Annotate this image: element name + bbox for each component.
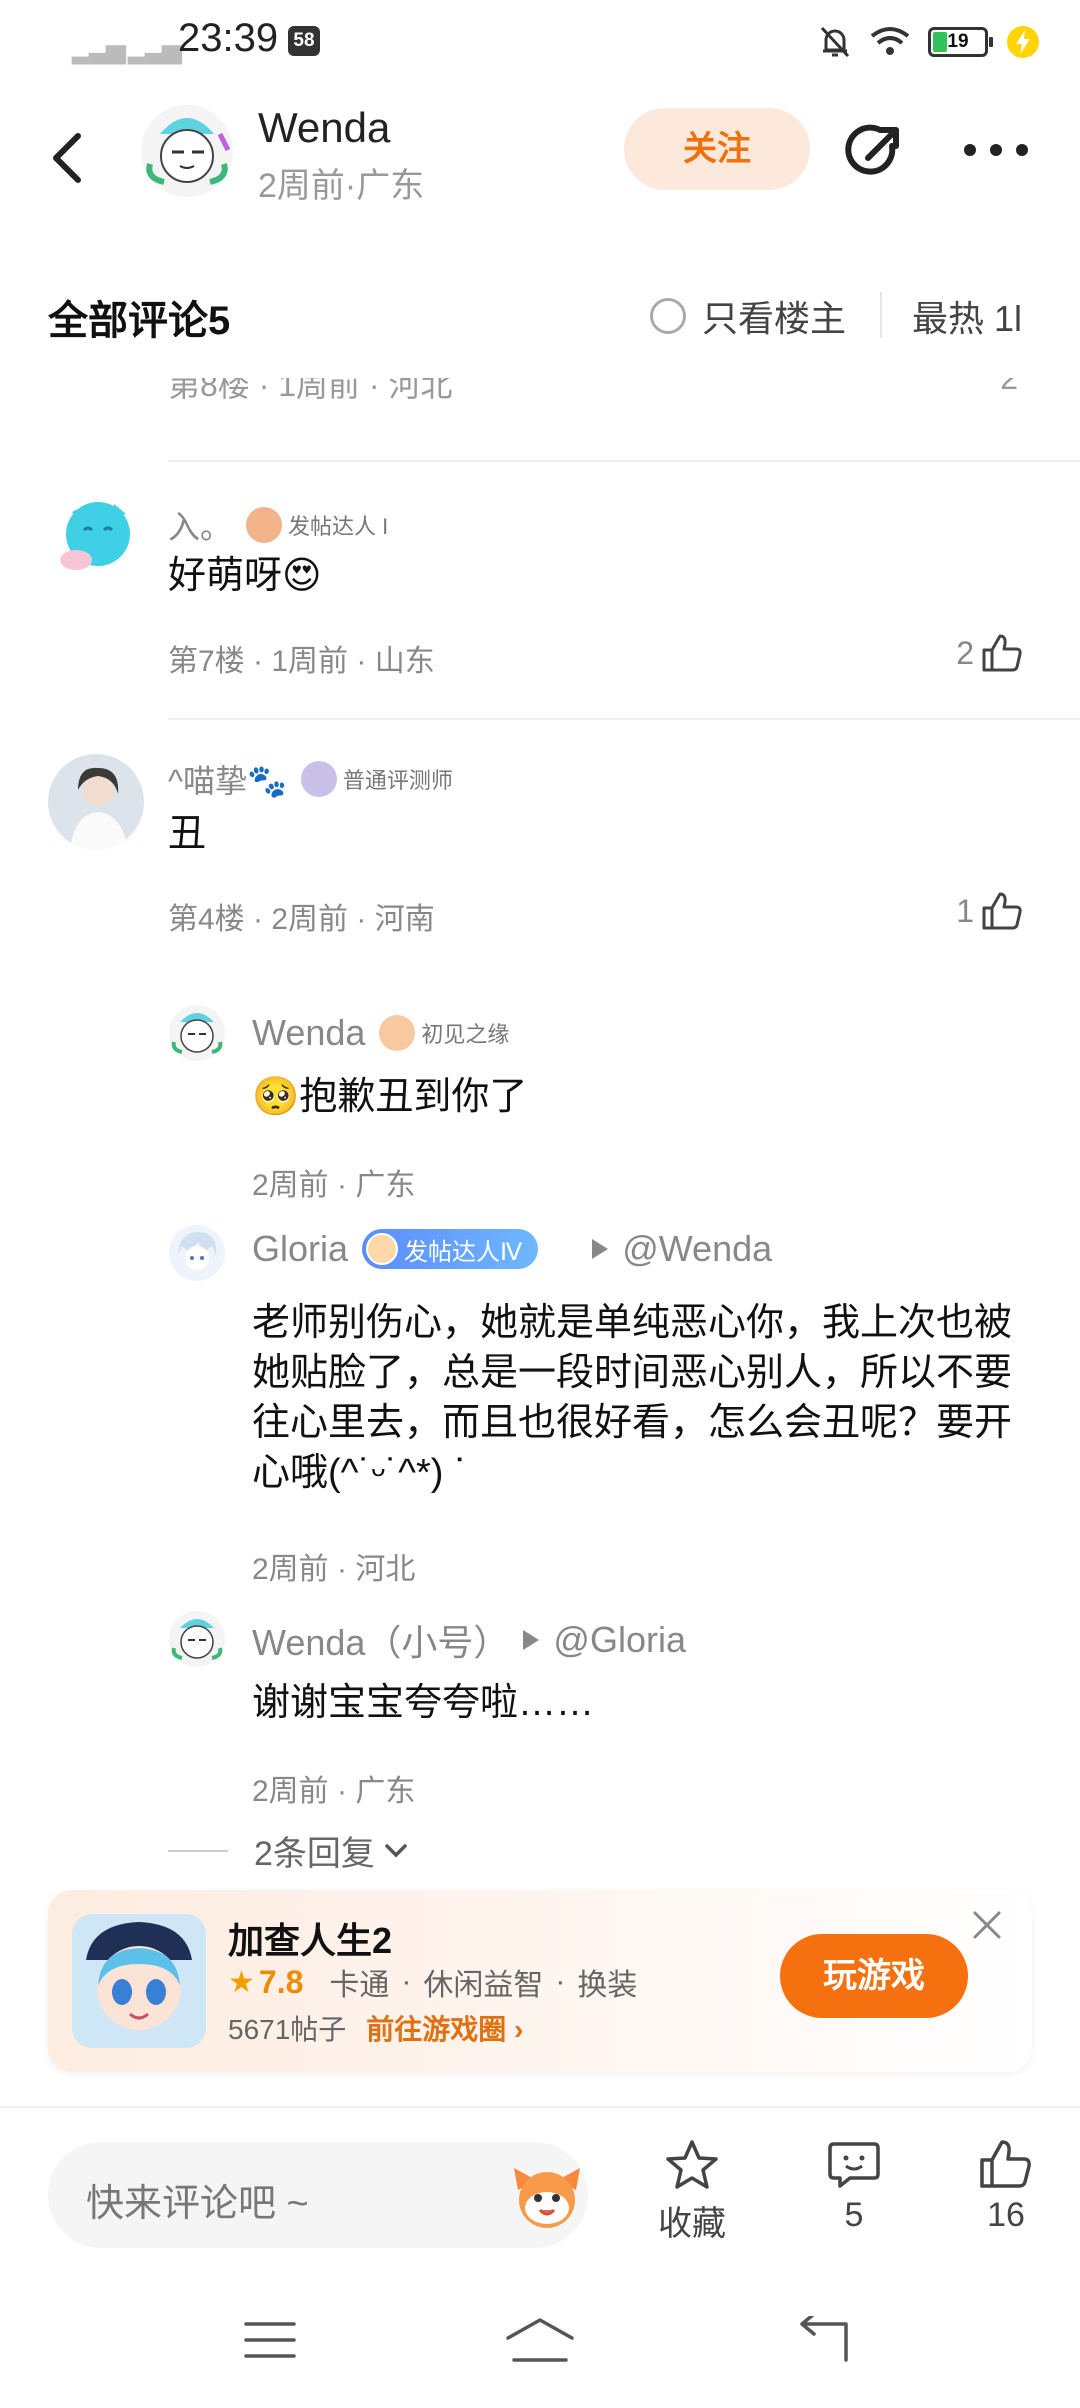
close-icon[interactable] [970,1908,1004,1942]
like-count: 16 [987,2196,1025,2234]
only-op-label: 只看楼主 [702,298,847,339]
divider [168,1849,228,1852]
charging-icon [1007,26,1039,58]
reply-text[interactable]: 谢谢宝宝夸夸啦…… [252,1678,1022,1728]
status-time: 23:39 [178,16,279,60]
follow-button[interactable]: 关注 [624,108,810,190]
game-post-count: 5671帖子 [228,2014,347,2045]
game-circle-link[interactable]: 前往游戏圈 › [366,2008,523,2048]
commenter-name[interactable]: ^喵挚🐾 [168,756,287,802]
reply-text[interactable]: 🥺抱歉丑到你了 [252,1072,1022,1122]
expand-replies[interactable]: 2条回复 [168,1826,409,1875]
radio-icon[interactable] [650,298,686,334]
reply-text[interactable]: 老师别伤心，她就是单纯恶心你，我上次也被她贴脸了，总是一段时间恶心别人，所以不要… [252,1298,1022,1498]
like-button[interactable]: 1 [956,890,1024,932]
chevron-down-icon [385,1843,407,1857]
replier-name[interactable]: Gloria [252,1228,348,1270]
reply-target[interactable]: @Wenda [622,1228,772,1270]
menu-icon[interactable] [244,2320,296,2360]
star-outline-icon [666,2140,718,2189]
comment-bubble-icon [828,2142,880,2188]
comments-count-title: 全部评论5 [48,299,231,343]
share-icon[interactable] [842,118,908,184]
system-nav-bar [0,2276,1080,2408]
level-badge: 普通评测师 [300,761,453,797]
comment-text[interactable]: 好萌呀😍 [168,550,322,602]
replier-avatar[interactable] [168,1224,226,1282]
game-info: ★ 7.8 卡通 · 休闲益智 · 换装 [228,1960,637,2004]
comment-button[interactable]: 5 [804,2138,904,2235]
like-post-button[interactable]: 16 [956,2138,1056,2235]
partial-comment-meta: 第8楼 · 1周前 · 河北 2 [168,378,1038,418]
reply-meta: 2周前 · 河北 [252,1553,416,1586]
post-meta: 2周前·广东 [258,167,425,205]
game-score: 7.8 [258,1963,304,2000]
game-tag: 换装 [577,1969,638,2002]
replier-name[interactable]: Wenda [252,1012,365,1054]
game-name[interactable]: 加查人生2 [228,1912,392,1964]
comment-text[interactable]: 丑 [168,808,206,860]
thumbs-up-icon [980,2140,1031,2188]
status-bar: ▂▃▅ ▂▃▅ 23:39 58 19 [0,0,1080,84]
divider [168,718,1080,720]
thumbs-up-icon [982,634,1022,672]
replier-name[interactable]: Wenda（小号） [252,1614,509,1666]
reply-meta: 2周前 · 广东 [252,1775,416,1808]
game-tag: 休闲益智 [423,1969,544,2002]
comment-meta: 第4楼 · 2周前 · 河南 [168,903,435,936]
replier-avatar[interactable] [168,1610,226,1668]
divider [168,460,1080,462]
like-count: 1 [956,892,974,929]
play-game-button[interactable]: 玩游戏 [780,1934,968,2018]
level-badge: 发帖达人Ⅳ [362,1229,539,1269]
reply-arrow-icon [523,1630,540,1650]
more-replies-label: 2条回复 [254,1835,375,1873]
comment-meta: 第7楼 · 1周前 · 山东 [168,645,435,678]
sort-selector[interactable]: 最热 1l [912,290,1032,342]
replier-avatar[interactable] [168,1004,226,1062]
like-count[interactable]: 2 [1000,378,1018,397]
game-icon[interactable] [72,1914,206,2048]
game-promo-card[interactable]: 加查人生2 ★ 7.8 卡通 · 休闲益智 · 换装 5671帖子 前往游戏圈 … [48,1890,1032,2072]
back-nav-icon[interactable] [796,2316,850,2364]
comment-placeholder: 快来评论吧 ~ [86,2183,309,2225]
level-badge: 初见之缘 [379,1015,509,1051]
commenter-avatar[interactable] [48,486,144,582]
back-icon[interactable] [44,128,94,188]
signal-icon: ▂▃▅ [72,34,126,64]
tag-separator: · [555,1965,566,1998]
more-icon[interactable] [960,130,1032,170]
divider [880,292,882,338]
signal-icon-2: ▂▃▅ [128,34,182,64]
thumbs-up-icon [982,892,1022,930]
author-name[interactable]: Wenda [258,104,390,152]
author-avatar[interactable] [140,104,234,198]
like-count: 2 [956,634,974,671]
only-op-toggle[interactable]: 只看楼主 [650,290,846,342]
commenter-name[interactable]: 入。 [168,502,232,548]
like-button[interactable]: 2 [956,632,1024,674]
comment-count: 5 [844,2196,864,2234]
level-badge: 发帖达人 I [246,507,388,543]
game-tag: 卡通 [329,1969,390,2002]
bottom-action-bar: 快来评论吧 ~ 收藏 5 16 [0,2106,1080,2276]
emoji-mascot-icon[interactable] [510,2160,584,2234]
comments-toolbar: 全部评论5 只看楼主 最热 1l [0,270,1080,360]
star-icon: ★ [228,1965,255,1999]
home-icon[interactable] [504,2316,576,2364]
collect-button[interactable]: 收藏 [642,2138,742,2245]
mute-bell-icon [820,26,850,58]
reply-arrow-icon [592,1239,609,1259]
collect-label: 收藏 [658,2205,726,2243]
wifi-icon [870,27,910,55]
reply-target[interactable]: @Gloria [553,1619,686,1661]
tag-separator: · [401,1965,412,1998]
reply-meta: 2周前 · 广东 [252,1169,416,1202]
post-header: Wenda 2周前·广东 关注 [0,90,1080,220]
battery-icon: 19 [928,27,993,57]
comment-input[interactable]: 快来评论吧 ~ [48,2142,588,2248]
commenter-avatar[interactable] [48,754,144,850]
notification-badge: 58 [288,26,320,56]
